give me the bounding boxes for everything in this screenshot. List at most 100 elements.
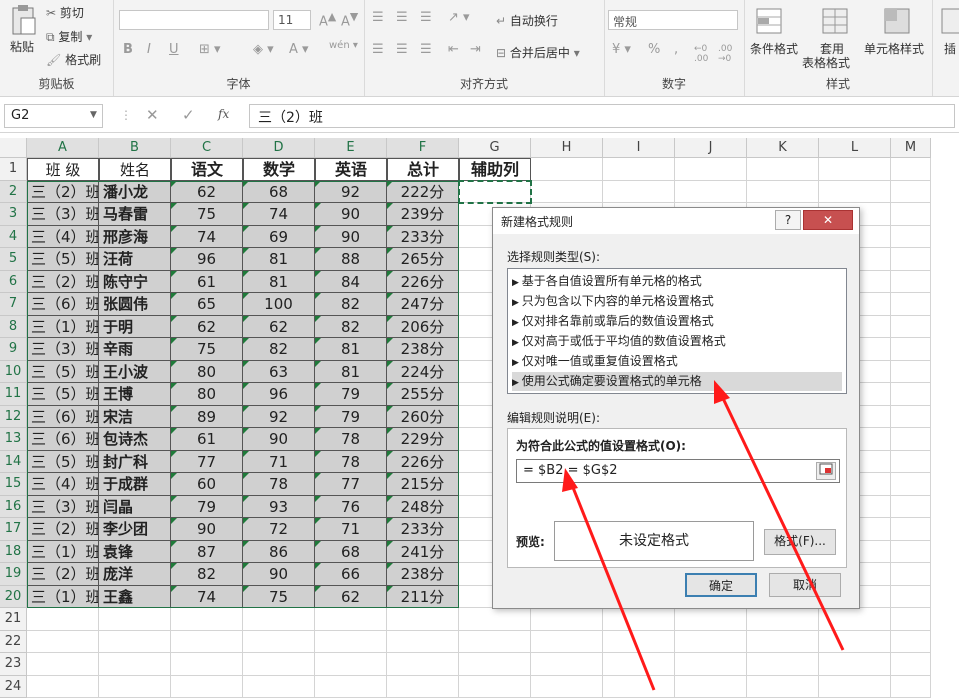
wrap-text-button[interactable]: ↵ 自动换行	[496, 12, 558, 29]
dialog-title-bar[interactable]: 新建格式规则 ? ✕	[493, 208, 859, 234]
cell[interactable]: 总计	[387, 158, 459, 181]
insert-cells-icon[interactable]	[940, 6, 959, 36]
cancel-formula-icon[interactable]: ✕	[146, 106, 159, 124]
cell[interactable]	[243, 630, 315, 653]
cell[interactable]	[531, 630, 603, 653]
cell[interactable]	[819, 675, 891, 698]
align-left-icon[interactable]: ☰	[372, 42, 384, 57]
formula-input[interactable]: 三（2）班	[249, 104, 955, 128]
cell[interactable]	[603, 675, 675, 698]
confirm-formula-icon[interactable]: ✓	[182, 106, 195, 124]
cell[interactable]	[531, 158, 603, 181]
fill-color-icon[interactable]: ◈ ▾	[253, 42, 274, 57]
cell[interactable]	[891, 338, 931, 361]
cell[interactable]	[603, 180, 675, 203]
row-header[interactable]: 4	[0, 225, 27, 248]
cell[interactable]	[387, 675, 459, 698]
cell[interactable]: 辅助列	[459, 158, 531, 181]
cell[interactable]	[387, 608, 459, 631]
cell[interactable]: 数学	[243, 158, 315, 181]
cell[interactable]	[675, 158, 747, 181]
help-button[interactable]: ?	[775, 210, 801, 230]
cell[interactable]	[675, 630, 747, 653]
cell[interactable]	[171, 675, 243, 698]
cell[interactable]	[747, 180, 819, 203]
merge-center-button[interactable]: ⊟ 合并后居中 ▾	[496, 44, 580, 61]
cell[interactable]	[459, 608, 531, 631]
cell[interactable]	[747, 675, 819, 698]
decimal-decrease-icon[interactable]: .00 →0	[718, 44, 732, 64]
cell[interactable]	[27, 630, 99, 653]
indent-increase-icon[interactable]: ⇥	[470, 42, 481, 57]
cell[interactable]	[819, 158, 891, 181]
decimal-increase-icon[interactable]: ←0.00	[694, 44, 708, 64]
name-box[interactable]: G2	[4, 104, 103, 128]
number-format-dropdown[interactable]: 常规	[608, 10, 738, 30]
row-header[interactable]: 22	[0, 630, 27, 653]
cell[interactable]	[675, 675, 747, 698]
cell[interactable]	[891, 563, 931, 586]
row-header[interactable]: 13	[0, 428, 27, 451]
cell[interactable]	[459, 630, 531, 653]
cell[interactable]	[99, 608, 171, 631]
close-button[interactable]: ✕	[803, 210, 853, 230]
cell[interactable]: 班 级	[27, 158, 99, 181]
cell[interactable]	[243, 608, 315, 631]
cell[interactable]	[891, 675, 931, 698]
select-all-corner[interactable]	[0, 138, 27, 158]
column-header[interactable]: G	[459, 138, 531, 158]
cell[interactable]	[891, 360, 931, 383]
cell[interactable]	[891, 585, 931, 608]
cell[interactable]	[603, 608, 675, 631]
cell[interactable]	[891, 315, 931, 338]
formula-input-field[interactable]: = $B2 = $G$2	[516, 459, 840, 483]
insert-function-icon[interactable]: fx	[218, 107, 229, 121]
cell[interactable]	[891, 495, 931, 518]
cell[interactable]	[819, 630, 891, 653]
table-format-button-line2[interactable]: 表格格式	[802, 54, 850, 71]
rule-type-item[interactable]: ▶ 仅对唯一值或重复值设置格式	[512, 352, 842, 371]
column-header[interactable]: B	[99, 138, 171, 158]
align-middle-icon[interactable]: ☰	[396, 10, 408, 25]
cell[interactable]	[27, 653, 99, 676]
cancel-button[interactable]: 取消	[769, 573, 841, 597]
cell[interactable]	[99, 630, 171, 653]
paste-button[interactable]: 粘贴	[10, 38, 34, 55]
cell[interactable]	[891, 383, 931, 406]
cell[interactable]	[891, 518, 931, 541]
cell[interactable]	[603, 158, 675, 181]
cell[interactable]	[171, 630, 243, 653]
column-header[interactable]: M	[891, 138, 931, 158]
align-top-icon[interactable]: ☰	[372, 10, 384, 25]
row-header[interactable]: 2	[0, 180, 27, 203]
column-header[interactable]: K	[747, 138, 819, 158]
cell[interactable]	[891, 653, 931, 676]
row-header[interactable]: 12	[0, 405, 27, 428]
row-header[interactable]: 14	[0, 450, 27, 473]
font-size-dropdown[interactable]: 11	[273, 10, 311, 30]
row-header[interactable]: 1	[0, 158, 27, 181]
column-header[interactable]: I	[603, 138, 675, 158]
cell[interactable]	[891, 450, 931, 473]
paste-icon[interactable]	[8, 4, 38, 35]
cell[interactable]	[819, 608, 891, 631]
rule-type-list[interactable]: ▶ 基于各自值设置所有单元格的格式 ▶ 只为包含以下内容的单元格设置格式 ▶ 仅对排…	[507, 268, 847, 394]
row-header[interactable]: 17	[0, 518, 27, 541]
align-center-icon[interactable]: ☰	[396, 42, 408, 57]
row-header[interactable]: 20	[0, 585, 27, 608]
row-header[interactable]: 16	[0, 495, 27, 518]
cell[interactable]	[891, 225, 931, 248]
cell[interactable]: 语文	[171, 158, 243, 181]
rule-type-item[interactable]: ▶ 使用公式确定要设置格式的单元格	[512, 372, 842, 391]
cell-styles-icon[interactable]	[882, 6, 912, 36]
cell[interactable]	[891, 428, 931, 451]
cell[interactable]	[531, 653, 603, 676]
row-header[interactable]: 24	[0, 675, 27, 698]
row-header[interactable]: 21	[0, 608, 27, 631]
cell[interactable]	[243, 675, 315, 698]
cell[interactable]	[891, 608, 931, 631]
column-header[interactable]: D	[243, 138, 315, 158]
cell[interactable]	[387, 653, 459, 676]
cell-styles-button[interactable]: 单元格样式	[864, 40, 924, 57]
cell[interactable]	[747, 653, 819, 676]
